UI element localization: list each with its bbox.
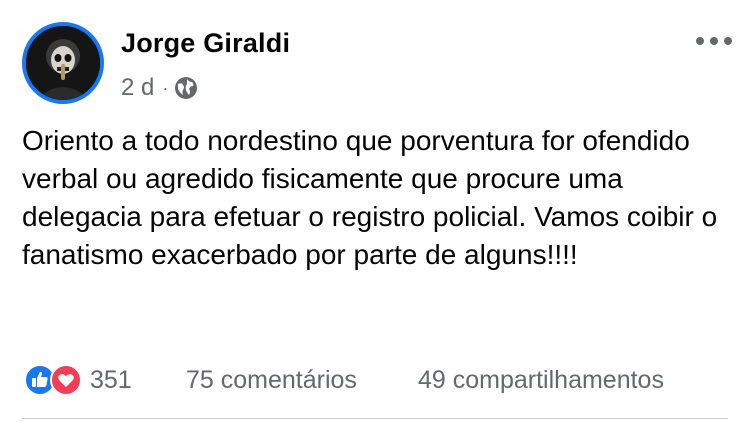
meta-separator: · [162,77,169,98]
love-icon [50,364,82,396]
comments-count-link[interactable]: 75 comentários [186,360,357,400]
shares-count-link[interactable]: 49 compartilhamentos [418,360,664,400]
post-time[interactable]: 2 d [121,74,154,102]
author-avatar[interactable] [22,22,104,104]
reaction-count: 351 [90,365,132,394]
post-text: Oriento a todo nordestino que porventura… [22,125,725,270]
globe-icon [174,76,198,100]
reactions-summary[interactable]: 351 [24,360,132,400]
author-name[interactable]: Jorge Giraldi [121,28,290,59]
post-meta: 2 d · [121,72,198,104]
divider [22,418,728,419]
more-options-button[interactable] [688,26,740,56]
